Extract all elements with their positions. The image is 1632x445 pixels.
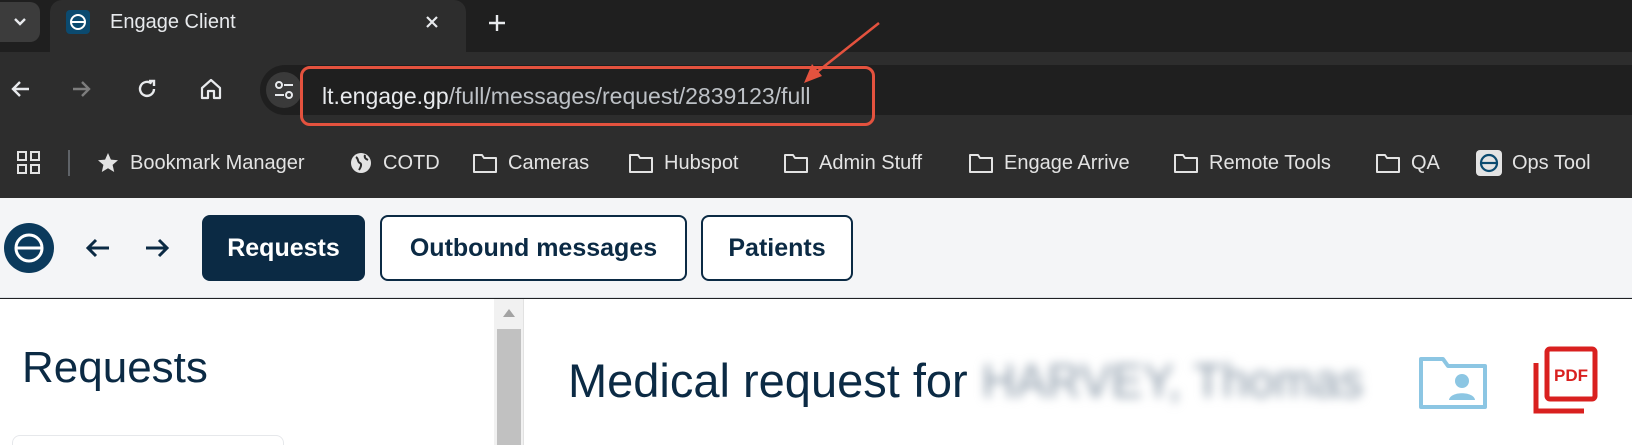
svg-text:PDF: PDF — [1554, 366, 1588, 385]
close-icon[interactable] — [420, 10, 444, 34]
back-button[interactable] — [4, 72, 38, 106]
bookmark-item[interactable]: Remote Tools — [1173, 148, 1331, 178]
bookmark-item[interactable]: Bookmark Manager — [96, 148, 305, 178]
reload-icon — [138, 79, 156, 98]
arrow-right-icon — [146, 238, 170, 258]
arrow-left-icon — [85, 238, 109, 258]
app-header: Requests Outbound messages Patients — [0, 198, 1632, 298]
globe-icon — [351, 153, 371, 173]
bookmark-item[interactable]: COTD — [349, 148, 440, 178]
site-info-button[interactable] — [266, 72, 302, 108]
engage-logo-icon — [66, 10, 90, 34]
folder-icon — [969, 154, 993, 173]
sidebar-title: Requests — [22, 343, 208, 392]
chevron-down-icon — [14, 18, 26, 26]
bookmark-item[interactable]: Cameras — [472, 148, 589, 178]
patient-folder-icon — [1419, 357, 1487, 409]
browser-tab[interactable]: Engage Client — [50, 0, 466, 56]
engage-logo-icon[interactable] — [4, 223, 54, 273]
bookmark-item[interactable]: QA — [1375, 148, 1440, 178]
scroll-up-arrow-icon[interactable] — [503, 309, 515, 317]
patient-name: HARVEY, Thomas — [981, 354, 1364, 407]
request-detail: Medical request for HARVEY, Thomas PDF — [524, 299, 1632, 445]
arrow-right-icon — [73, 81, 91, 97]
app-forward-button[interactable] — [137, 228, 177, 268]
bookmark-label: Hubspot — [664, 151, 739, 174]
bookmark-label: COTD — [383, 151, 440, 174]
bookmark-item[interactable]: Hubspot — [628, 148, 739, 178]
folder-icon — [473, 154, 497, 173]
request-list-item[interactable] — [12, 435, 284, 445]
folder-icon — [629, 154, 653, 173]
bookmark-label: Cameras — [508, 151, 590, 174]
url-path: /full/messages/request/2839123/full — [448, 83, 811, 109]
apps-button[interactable] — [16, 148, 42, 178]
reload-button[interactable] — [130, 72, 164, 106]
patient-folder-button[interactable] — [1417, 351, 1489, 411]
app-back-button[interactable] — [78, 228, 118, 268]
tab-requests[interactable]: Requests — [202, 215, 365, 281]
bookmark-label: Bookmark Manager — [130, 151, 305, 174]
bookmarks-divider — [68, 150, 70, 176]
engage-logo-icon — [1476, 150, 1502, 176]
folder-icon — [1174, 154, 1198, 173]
home-button[interactable] — [194, 72, 228, 106]
tab-patients[interactable]: Patients — [701, 215, 853, 281]
plus-icon — [489, 15, 505, 31]
folder-icon — [1376, 154, 1400, 173]
arrow-left-icon — [11, 81, 29, 97]
home-icon — [200, 78, 222, 100]
star-icon — [98, 153, 118, 172]
url-host: lt.engage.gp — [322, 83, 449, 109]
folder-icon — [784, 154, 808, 173]
page-title: Medical request for HARVEY, Thomas — [568, 353, 1363, 409]
heading-prefix: Medical request for — [568, 354, 968, 407]
sidebar-scrollbar[interactable] — [494, 299, 524, 445]
forward-button[interactable] — [64, 72, 98, 106]
tune-icon — [275, 81, 293, 99]
pdf-icon: PDF — [1533, 346, 1598, 414]
bookmark-label: Engage Arrive — [1004, 151, 1130, 174]
apps-grid-icon — [17, 151, 40, 174]
bookmark-label: Ops Tool — [1512, 151, 1591, 174]
annotation-arrow — [804, 22, 880, 83]
requests-sidebar: Requests — [0, 299, 494, 445]
bookmark-label: Admin Stuff — [819, 151, 923, 174]
bookmarks-bar: Bookmark Manager COTD Cameras Hubspot Ad… — [0, 128, 1632, 198]
bookmark-item[interactable]: Ops Tool — [1476, 148, 1591, 178]
tab-outbound-messages[interactable]: Outbound messages — [380, 215, 687, 281]
pdf-export-button[interactable]: PDF — [1530, 345, 1600, 417]
bookmark-item[interactable]: Engage Arrive — [968, 148, 1130, 178]
tab-search-button[interactable] — [0, 2, 40, 42]
new-tab-button[interactable] — [482, 8, 512, 38]
tab-title: Engage Client — [110, 11, 236, 33]
bookmark-label: Remote Tools — [1209, 151, 1331, 174]
bookmark-item[interactable]: Admin Stuff — [783, 148, 922, 178]
url-text[interactable]: lt.engage.gp/full/messages/request/28391… — [322, 82, 810, 110]
scroll-thumb[interactable] — [497, 329, 521, 445]
bookmark-label: QA — [1411, 151, 1440, 174]
